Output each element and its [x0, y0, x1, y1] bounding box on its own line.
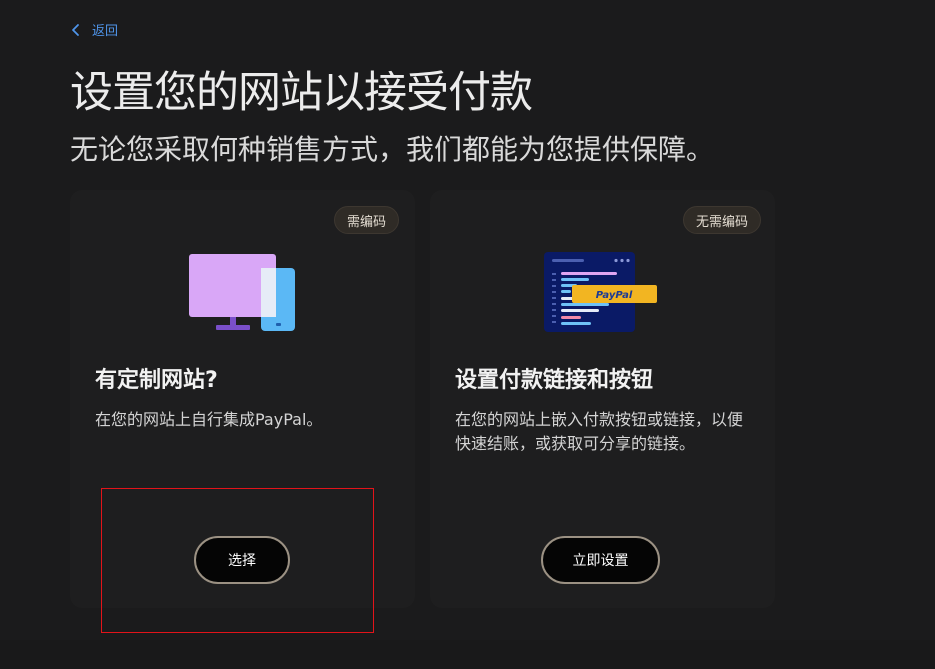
no-coding-badge: 无需编码: [682, 206, 761, 234]
coding-required-badge: 需编码: [333, 206, 399, 234]
back-link-label: 返回: [92, 24, 119, 39]
desktop-and-phone-icon: [189, 254, 295, 331]
option-card-payment-links: 无需编码 PayPal 设置付款链接和按钮 在您的网站上嵌入付款按钮或链接，以便…: [430, 190, 775, 608]
svg-text:PayPal: PayPal: [596, 290, 633, 301]
card-description: 在您的网站上嵌入付款按钮或链接，以便快速结账，或获取可分享的链接。: [455, 410, 744, 453]
card-title: 设置付款链接和按钮: [455, 368, 654, 393]
code-window-paypal-icon: PayPal: [544, 252, 657, 332]
page-subtitle: 无论您采取何种销售方式，我们都能为您提供保障。: [70, 133, 715, 166]
setup-now-button[interactable]: 立即设置: [541, 536, 660, 584]
page-title: 设置您的网站以接受付款: [70, 68, 533, 118]
card-description: 在您的网站上自行集成PayPal。: [95, 410, 323, 429]
select-button[interactable]: 选择: [194, 536, 290, 584]
option-card-custom-site: 需编码 有定制网站? 在您的网站上自行集成PayPal。 选择: [70, 190, 415, 608]
back-link[interactable]: 返回: [70, 20, 118, 39]
chevron-left-icon: [72, 23, 79, 36]
page-footer-strip: [0, 640, 935, 669]
card-title: 有定制网站?: [95, 368, 218, 393]
